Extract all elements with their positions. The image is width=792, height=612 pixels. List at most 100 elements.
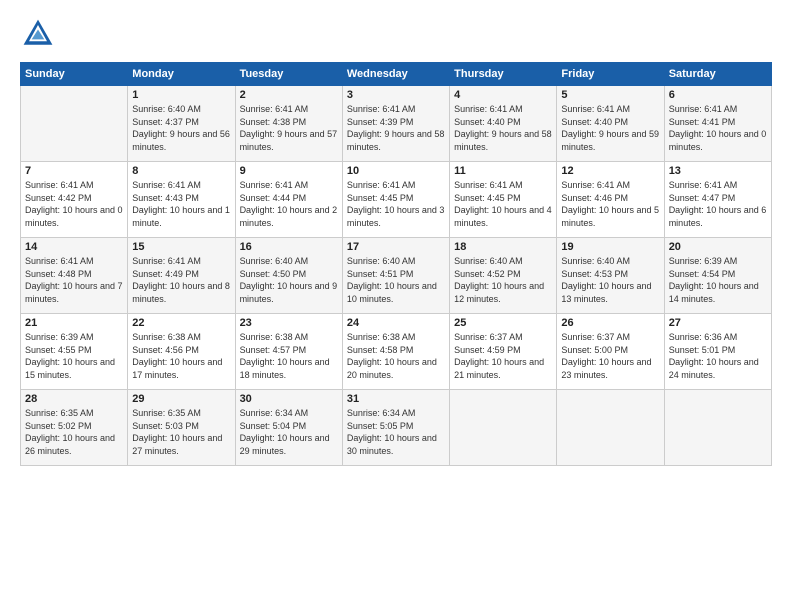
calendar-row: 1 Sunrise: 6:40 AMSunset: 4:37 PMDaylight… bbox=[21, 86, 772, 162]
day-number: 27 bbox=[669, 317, 767, 329]
cell-content: Sunrise: 6:41 AMSunset: 4:45 PMDaylight:… bbox=[347, 179, 445, 229]
calendar-cell: 21 Sunrise: 6:39 AMSunset: 4:55 PMDayligh… bbox=[21, 314, 128, 390]
header-day: Tuesday bbox=[235, 63, 342, 86]
day-number: 25 bbox=[454, 317, 552, 329]
calendar-row: 21 Sunrise: 6:39 AMSunset: 4:55 PMDayligh… bbox=[21, 314, 772, 390]
day-number: 29 bbox=[132, 393, 230, 405]
day-number: 28 bbox=[25, 393, 123, 405]
day-number: 1 bbox=[132, 89, 230, 101]
cell-content: Sunrise: 6:41 AMSunset: 4:39 PMDaylight:… bbox=[347, 103, 445, 153]
calendar-cell: 9 Sunrise: 6:41 AMSunset: 4:44 PMDaylight… bbox=[235, 162, 342, 238]
day-number: 12 bbox=[561, 165, 659, 177]
calendar-cell: 31 Sunrise: 6:34 AMSunset: 5:05 PMDayligh… bbox=[342, 390, 449, 466]
day-number: 3 bbox=[347, 89, 445, 101]
cell-content: Sunrise: 6:41 AMSunset: 4:45 PMDaylight:… bbox=[454, 179, 552, 229]
cell-content: Sunrise: 6:35 AMSunset: 5:03 PMDaylight:… bbox=[132, 407, 230, 457]
cell-content: Sunrise: 6:41 AMSunset: 4:42 PMDaylight:… bbox=[25, 179, 123, 229]
calendar-row: 14 Sunrise: 6:41 AMSunset: 4:48 PMDayligh… bbox=[21, 238, 772, 314]
cell-content: Sunrise: 6:40 AMSunset: 4:37 PMDaylight:… bbox=[132, 103, 230, 153]
cell-content: Sunrise: 6:41 AMSunset: 4:43 PMDaylight:… bbox=[132, 179, 230, 229]
logo bbox=[20, 16, 60, 52]
cell-content: Sunrise: 6:41 AMSunset: 4:48 PMDaylight:… bbox=[25, 255, 123, 305]
calendar-row: 28Sunrise: 6:35 AMSunset: 5:02 PMDayligh… bbox=[21, 390, 772, 466]
cell-content: Sunrise: 6:41 AMSunset: 4:44 PMDaylight:… bbox=[240, 179, 338, 229]
calendar-cell: 16 Sunrise: 6:40 AMSunset: 4:50 PMDayligh… bbox=[235, 238, 342, 314]
calendar-cell: 17 Sunrise: 6:40 AMSunset: 4:51 PMDayligh… bbox=[342, 238, 449, 314]
calendar-cell: 11 Sunrise: 6:41 AMSunset: 4:45 PMDayligh… bbox=[450, 162, 557, 238]
calendar-cell: 13 Sunrise: 6:41 AMSunset: 4:47 PMDayligh… bbox=[664, 162, 771, 238]
cell-content: Sunrise: 6:37 AMSunset: 4:59 PMDaylight:… bbox=[454, 331, 552, 381]
cell-content: Sunrise: 6:41 AMSunset: 4:47 PMDaylight:… bbox=[669, 179, 767, 229]
calendar-cell: 26 Sunrise: 6:37 AMSunset: 5:00 PMDayligh… bbox=[557, 314, 664, 390]
calendar-cell: 7Sunrise: 6:41 AMSunset: 4:42 PMDaylight… bbox=[21, 162, 128, 238]
calendar-cell: 3 Sunrise: 6:41 AMSunset: 4:39 PMDaylight… bbox=[342, 86, 449, 162]
day-number: 23 bbox=[240, 317, 338, 329]
cell-content: Sunrise: 6:40 AMSunset: 4:50 PMDaylight:… bbox=[240, 255, 338, 305]
calendar-row: 7Sunrise: 6:41 AMSunset: 4:42 PMDaylight… bbox=[21, 162, 772, 238]
day-number: 13 bbox=[669, 165, 767, 177]
header bbox=[20, 16, 772, 52]
calendar-cell: 27Sunrise: 6:36 AMSunset: 5:01 PMDayligh… bbox=[664, 314, 771, 390]
cell-content: Sunrise: 6:40 AMSunset: 4:53 PMDaylight:… bbox=[561, 255, 659, 305]
calendar-cell: 5Sunrise: 6:41 AMSunset: 4:40 PMDaylight… bbox=[557, 86, 664, 162]
header-day: Sunday bbox=[21, 63, 128, 86]
calendar-cell: 15 Sunrise: 6:41 AMSunset: 4:49 PMDayligh… bbox=[128, 238, 235, 314]
calendar-cell bbox=[450, 390, 557, 466]
cell-content: Sunrise: 6:41 AMSunset: 4:40 PMDaylight:… bbox=[454, 103, 552, 153]
cell-content: Sunrise: 6:40 AMSunset: 4:52 PMDaylight:… bbox=[454, 255, 552, 305]
cell-content: Sunrise: 6:41 AMSunset: 4:49 PMDaylight:… bbox=[132, 255, 230, 305]
day-number: 19 bbox=[561, 241, 659, 253]
day-number: 6 bbox=[669, 89, 767, 101]
day-number: 15 bbox=[132, 241, 230, 253]
calendar-cell: 28Sunrise: 6:35 AMSunset: 5:02 PMDayligh… bbox=[21, 390, 128, 466]
calendar-cell: 22 Sunrise: 6:38 AMSunset: 4:56 PMDayligh… bbox=[128, 314, 235, 390]
calendar-cell: 25 Sunrise: 6:37 AMSunset: 4:59 PMDayligh… bbox=[450, 314, 557, 390]
day-number: 22 bbox=[132, 317, 230, 329]
calendar-cell: 23 Sunrise: 6:38 AMSunset: 4:57 PMDayligh… bbox=[235, 314, 342, 390]
calendar-cell bbox=[21, 86, 128, 162]
day-number: 21 bbox=[25, 317, 123, 329]
cell-content: Sunrise: 6:39 AMSunset: 4:54 PMDaylight:… bbox=[669, 255, 767, 305]
cell-content: Sunrise: 6:41 AMSunset: 4:38 PMDaylight:… bbox=[240, 103, 338, 153]
page: SundayMondayTuesdayWednesdayThursdayFrid… bbox=[0, 0, 792, 612]
cell-content: Sunrise: 6:39 AMSunset: 4:55 PMDaylight:… bbox=[25, 331, 123, 381]
header-day: Friday bbox=[557, 63, 664, 86]
day-number: 31 bbox=[347, 393, 445, 405]
header-day: Saturday bbox=[664, 63, 771, 86]
calendar-cell: 18 Sunrise: 6:40 AMSunset: 4:52 PMDayligh… bbox=[450, 238, 557, 314]
logo-icon bbox=[20, 16, 56, 52]
header-day: Thursday bbox=[450, 63, 557, 86]
day-number: 9 bbox=[240, 165, 338, 177]
day-number: 14 bbox=[25, 241, 123, 253]
cell-content: Sunrise: 6:38 AMSunset: 4:56 PMDaylight:… bbox=[132, 331, 230, 381]
day-number: 11 bbox=[454, 165, 552, 177]
cell-content: Sunrise: 6:41 AMSunset: 4:46 PMDaylight:… bbox=[561, 179, 659, 229]
calendar-cell: 20 Sunrise: 6:39 AMSunset: 4:54 PMDayligh… bbox=[664, 238, 771, 314]
calendar-cell: 24Sunrise: 6:38 AMSunset: 4:58 PMDayligh… bbox=[342, 314, 449, 390]
calendar-cell: 10Sunrise: 6:41 AMSunset: 4:45 PMDayligh… bbox=[342, 162, 449, 238]
cell-content: Sunrise: 6:38 AMSunset: 4:57 PMDaylight:… bbox=[240, 331, 338, 381]
calendar-cell: 19 Sunrise: 6:40 AMSunset: 4:53 PMDayligh… bbox=[557, 238, 664, 314]
calendar-cell bbox=[664, 390, 771, 466]
calendar-cell: 2 Sunrise: 6:41 AMSunset: 4:38 PMDaylight… bbox=[235, 86, 342, 162]
day-number: 8 bbox=[132, 165, 230, 177]
cell-content: Sunrise: 6:34 AMSunset: 5:05 PMDaylight:… bbox=[347, 407, 445, 457]
calendar-cell: 6Sunrise: 6:41 AMSunset: 4:41 PMDaylight… bbox=[664, 86, 771, 162]
day-number: 20 bbox=[669, 241, 767, 253]
day-number: 24 bbox=[347, 317, 445, 329]
day-number: 18 bbox=[454, 241, 552, 253]
cell-content: Sunrise: 6:37 AMSunset: 5:00 PMDaylight:… bbox=[561, 331, 659, 381]
cell-content: Sunrise: 6:40 AMSunset: 4:51 PMDaylight:… bbox=[347, 255, 445, 305]
calendar-cell: 30Sunrise: 6:34 AMSunset: 5:04 PMDayligh… bbox=[235, 390, 342, 466]
calendar-cell bbox=[557, 390, 664, 466]
day-number: 30 bbox=[240, 393, 338, 405]
calendar-cell: 12 Sunrise: 6:41 AMSunset: 4:46 PMDayligh… bbox=[557, 162, 664, 238]
day-number: 26 bbox=[561, 317, 659, 329]
cell-content: Sunrise: 6:41 AMSunset: 4:40 PMDaylight:… bbox=[561, 103, 659, 153]
day-number: 16 bbox=[240, 241, 338, 253]
header-row: SundayMondayTuesdayWednesdayThursdayFrid… bbox=[21, 63, 772, 86]
calendar-cell: 14 Sunrise: 6:41 AMSunset: 4:48 PMDayligh… bbox=[21, 238, 128, 314]
day-number: 17 bbox=[347, 241, 445, 253]
day-number: 2 bbox=[240, 89, 338, 101]
calendar-cell: 29 Sunrise: 6:35 AMSunset: 5:03 PMDayligh… bbox=[128, 390, 235, 466]
